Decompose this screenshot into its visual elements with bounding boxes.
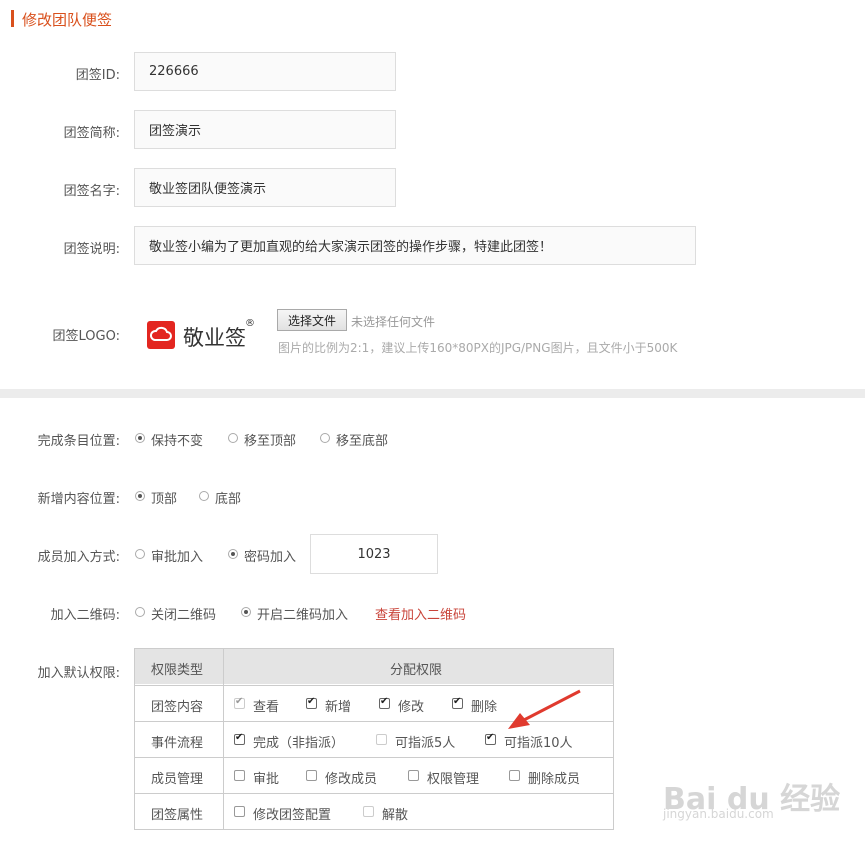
radio-qr-on[interactable]	[241, 607, 251, 617]
radio-qr-off[interactable]	[135, 607, 145, 617]
description-label: 团签说明:	[63, 242, 120, 257]
page-title: 修改团队便签	[22, 11, 113, 29]
checkbox-view-label: 查看	[253, 700, 280, 715]
logo-label: 团签LOGO:	[52, 329, 120, 344]
checkbox-view[interactable]	[234, 696, 245, 709]
password-field[interactable]: 1023	[310, 534, 438, 574]
checkbox-delete[interactable]	[452, 696, 463, 709]
short-name-label: 团签简称:	[63, 126, 120, 141]
checkbox-permission-manage[interactable]	[408, 770, 419, 781]
id-field[interactable]: 226666	[134, 52, 396, 91]
join-method-label: 成员加入方式:	[37, 550, 120, 565]
radio-top-label: 顶部	[151, 492, 178, 507]
radio-move-top[interactable]	[228, 433, 238, 443]
checkbox-edit-config[interactable]	[234, 806, 245, 817]
checkbox-assign-5-label: 可指派5人	[395, 736, 456, 751]
baidu-watermark-url: jingyan.baidu.com	[663, 807, 774, 821]
checkbox-modify-members-label: 修改成员	[325, 772, 378, 787]
checkbox-dissolve-label: 解散	[382, 808, 409, 823]
new-position-label: 新增内容位置:	[37, 492, 120, 507]
radio-qr-off-label: 关闭二维码	[151, 608, 217, 623]
id-label: 团签ID:	[75, 68, 120, 83]
checkbox-modify-members[interactable]	[306, 770, 317, 781]
name-label: 团签名字:	[63, 184, 120, 199]
permissions-header	[135, 649, 613, 684]
permissions-label: 加入默认权限:	[37, 666, 120, 681]
permissions-table: 权限类型 分配权限 团签内容 查看 新增 修改 删除 事件流程 完成（非指派） …	[134, 648, 614, 830]
checkbox-delete-members-label: 删除成员	[528, 772, 581, 787]
checkbox-permission-manage-label: 权限管理	[427, 772, 480, 787]
radio-qr-on-label: 开启二维码加入	[257, 608, 349, 623]
logo-hint: 图片的比例为2:1，建议上传160*80PX的JPG/PNG图片，且文件小于50…	[278, 341, 678, 355]
name-field[interactable]: 敬业签团队便签演示	[134, 168, 396, 207]
header-type: 权限类型	[151, 663, 204, 678]
radio-top[interactable]	[135, 491, 145, 501]
checkbox-edit-config-label: 修改团签配置	[253, 808, 332, 823]
description-field[interactable]: 敬业签小编为了更加直观的给大家演示团签的操作步骤，特建此团签！	[134, 226, 696, 265]
row-divider	[135, 793, 613, 794]
title-accent-bar	[11, 10, 14, 27]
logo-text: 敬业签	[183, 326, 246, 350]
checkbox-assign-10[interactable]	[485, 732, 496, 745]
radio-move-bottom-label: 移至底部	[336, 434, 389, 449]
logo-cloud-icon	[147, 321, 175, 349]
checkbox-complete[interactable]	[234, 732, 245, 745]
radio-bottom-label: 底部	[215, 492, 242, 507]
checkbox-approve-label: 审批	[253, 772, 280, 787]
radio-keep-label: 保持不变	[151, 434, 204, 449]
checkbox-add-label: 新增	[325, 700, 352, 715]
checkbox-delete-members[interactable]	[509, 770, 520, 781]
done-position-label: 完成条目位置:	[37, 434, 120, 449]
row-divider	[135, 757, 613, 758]
column-divider	[223, 649, 224, 829]
row-content-label: 团签内容	[151, 700, 204, 715]
logo-registered-mark: ®	[245, 318, 255, 329]
radio-password[interactable]	[228, 549, 238, 559]
checkbox-complete-label: 完成（非指派）	[253, 736, 345, 751]
radio-move-bottom[interactable]	[320, 433, 330, 443]
radio-approval-label: 审批加入	[151, 550, 204, 565]
view-qr-code-link[interactable]: 查看加入二维码	[375, 604, 466, 623]
radio-keep[interactable]	[135, 433, 145, 443]
short-name-field[interactable]: 团签演示	[134, 110, 396, 149]
section-divider	[0, 389, 865, 398]
row-members-label: 成员管理	[151, 772, 204, 787]
header-assign: 分配权限	[390, 663, 443, 678]
checkbox-approve[interactable]	[234, 770, 245, 781]
qr-code-label: 加入二维码:	[50, 608, 120, 623]
radio-move-top-label: 移至顶部	[244, 434, 297, 449]
row-process-label: 事件流程	[151, 736, 204, 751]
radio-password-label: 密码加入	[244, 550, 297, 565]
file-status: 未选择任何文件	[351, 315, 436, 329]
checkbox-add[interactable]	[306, 696, 317, 709]
checkbox-delete-label: 删除	[471, 700, 498, 715]
checkbox-edit-label: 修改	[398, 700, 425, 715]
radio-approval[interactable]	[135, 549, 145, 559]
radio-bottom[interactable]	[199, 491, 209, 501]
row-attributes-label: 团签属性	[151, 808, 204, 823]
annotation-arrow-icon	[508, 689, 581, 729]
checkbox-edit[interactable]	[379, 696, 390, 709]
checkbox-dissolve[interactable]	[363, 806, 374, 817]
choose-file-button[interactable]: 选择文件	[277, 309, 347, 331]
checkbox-assign-5[interactable]	[376, 734, 387, 745]
